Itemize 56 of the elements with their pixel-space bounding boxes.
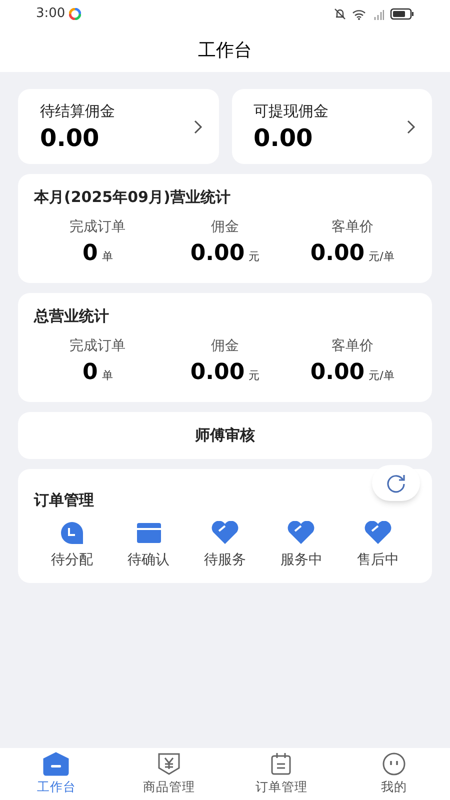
metric-unit: 单 xyxy=(102,248,113,264)
section-title: 订单管理 xyxy=(34,490,95,511)
metric-unit: 元/单 xyxy=(368,248,394,264)
chat-bubble-icon xyxy=(382,752,406,776)
chevron-right-icon xyxy=(192,118,202,134)
page-title: 工作台 xyxy=(198,38,252,62)
metric-label: 客单价 xyxy=(331,218,374,236)
card-icon xyxy=(136,522,162,544)
metric-label: 完成订单 xyxy=(70,218,126,236)
muted-bell-icon xyxy=(334,8,346,20)
signal-icon xyxy=(372,8,384,20)
section-title: 本月(2025年09月)营业统计 xyxy=(34,187,232,208)
commission-label: 可提现佣金 xyxy=(254,101,328,122)
order-status-button[interactable]: 待分配 xyxy=(34,520,110,570)
metric-value: 0.00 xyxy=(190,358,245,386)
nav-tab[interactable]: 订单管理 xyxy=(225,748,338,800)
wifi-icon xyxy=(352,8,366,20)
order-status-button[interactable]: 待确认 xyxy=(110,520,187,570)
metric-label: 佣金 xyxy=(210,218,239,236)
heart-icon xyxy=(362,520,393,544)
chevron-right-icon xyxy=(406,118,416,134)
metric-unit: 元 xyxy=(248,368,260,384)
metric-value: 0.00 xyxy=(190,240,245,267)
home-icon xyxy=(43,752,70,776)
nav-tab[interactable]: 商品管理 xyxy=(112,748,225,800)
metric-label: 客单价 xyxy=(331,336,374,356)
metric-unit: 元 xyxy=(248,248,260,264)
order-status-button[interactable]: 售后中 xyxy=(340,520,416,570)
status-time: 3:00 xyxy=(36,5,66,24)
tag-icon xyxy=(156,752,181,776)
order-status-button[interactable]: 服务中 xyxy=(263,520,340,570)
metric-value: 0 xyxy=(82,240,98,267)
nav-tab[interactable]: 工作台 xyxy=(0,748,112,800)
battery-icon xyxy=(390,8,414,20)
metric-value: 0.00 xyxy=(310,240,365,267)
commission-amount: 0.00 xyxy=(254,122,314,153)
heart-icon xyxy=(210,520,240,544)
nav-tab[interactable]: 我的 xyxy=(338,748,450,800)
calendar-icon xyxy=(269,752,294,776)
metric-unit: 单 xyxy=(102,368,113,384)
metric-unit: 元/单 xyxy=(368,368,394,384)
heart-icon xyxy=(286,520,316,544)
refresh-icon xyxy=(385,472,407,494)
commission-card[interactable]: 可提现佣金 0.00 xyxy=(232,89,432,164)
app-logo-icon xyxy=(69,8,82,20)
commission-label: 待结算佣金 xyxy=(40,101,115,122)
review-button[interactable]: 师傅审核 xyxy=(18,412,432,459)
metric-value: 0.00 xyxy=(310,358,365,386)
commission-amount: 0.00 xyxy=(40,122,100,153)
metric-label: 佣金 xyxy=(210,336,239,356)
commission-card[interactable]: 待结算佣金 0.00 xyxy=(18,89,218,164)
metric-label: 完成订单 xyxy=(70,336,126,356)
metric-value: 0 xyxy=(82,358,98,386)
refresh-button[interactable] xyxy=(372,465,420,501)
order-status-button[interactable]: 待服务 xyxy=(186,520,264,570)
section-title: 总营业统计 xyxy=(34,306,110,327)
